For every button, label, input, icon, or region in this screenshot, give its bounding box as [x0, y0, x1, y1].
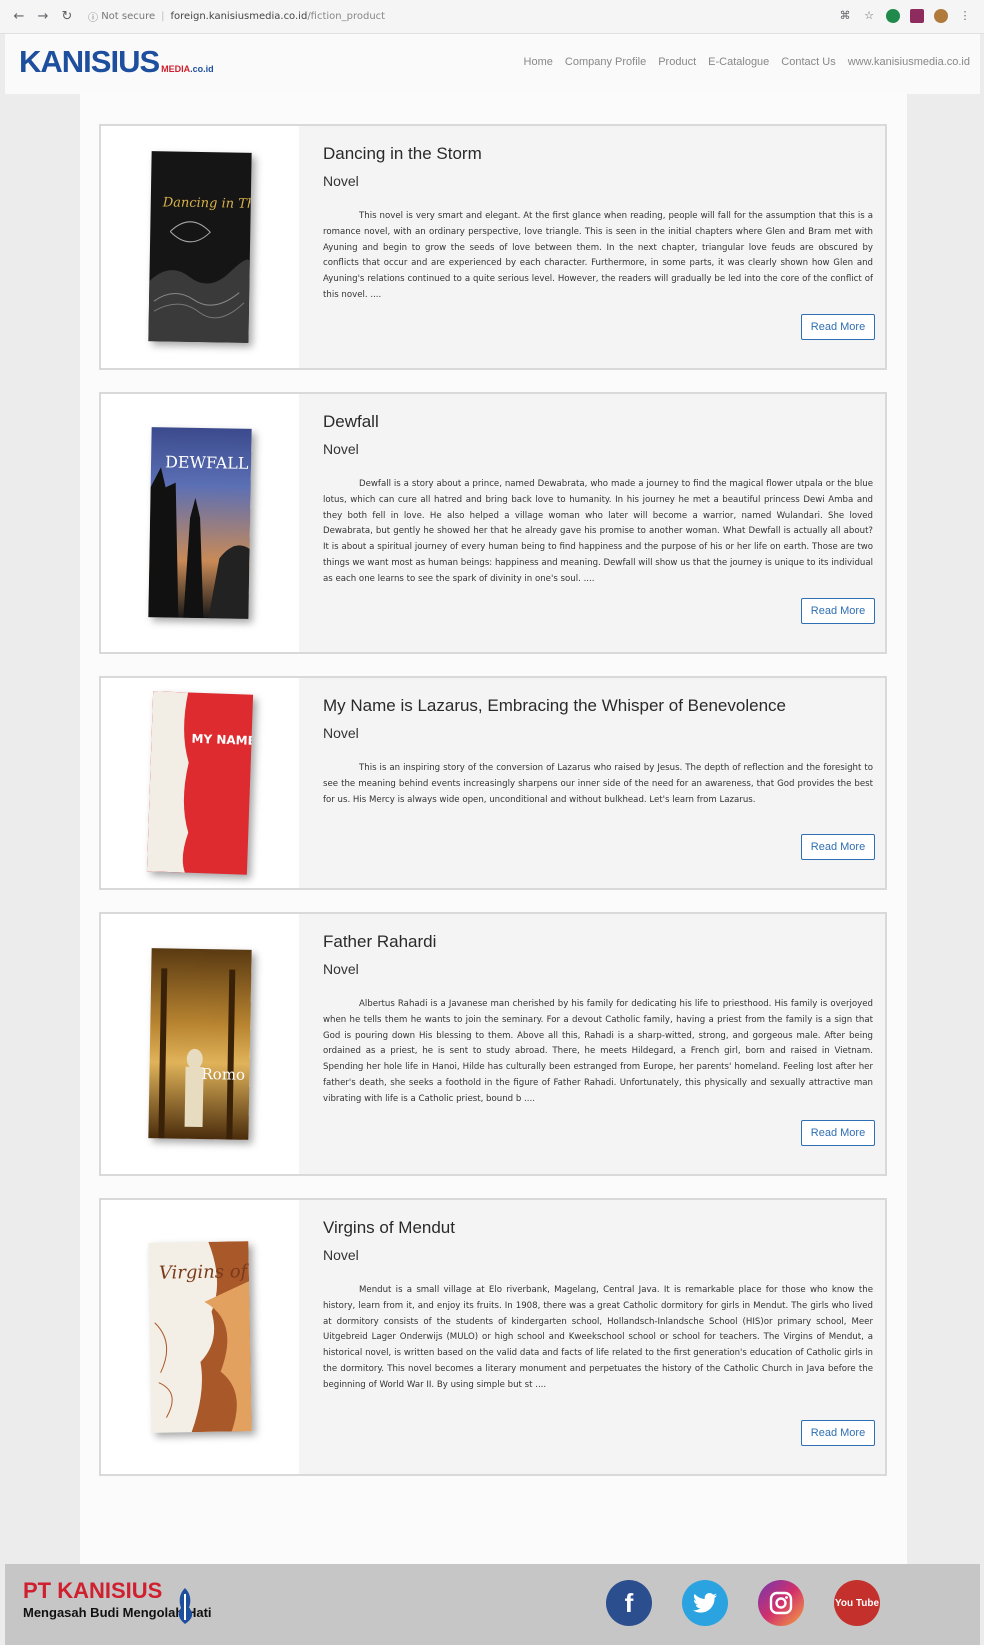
nav-contact-us[interactable]: Contact Us [781, 56, 835, 68]
profile-avatar[interactable] [934, 9, 948, 23]
book-card: Virgins of Mendut Virgins of Mendut Nove… [99, 1198, 887, 1476]
book-details: My Name is Lazarus, Embracing the Whispe… [299, 678, 885, 888]
book-genre: Novel [323, 961, 359, 977]
nav-e-catalogue[interactable]: E-Catalogue [708, 56, 769, 68]
nav-product[interactable]: Product [658, 56, 696, 68]
address-bar[interactable]: ⓘ Not secure | foreign.kanisiusmedia.co.… [88, 9, 385, 24]
book-title[interactable]: Father Rahardi [323, 932, 873, 952]
info-icon: ⓘ [88, 13, 102, 24]
read-more-button[interactable]: Read More [801, 1120, 875, 1146]
book-description: This novel is very smart and elegant. At… [323, 211, 873, 300]
book-genre: Novel [323, 1247, 359, 1263]
book-details: Virgins of Mendut Novel Mendut is a smal… [299, 1200, 885, 1474]
twitter-icon[interactable] [682, 1580, 728, 1626]
book-details: Father Rahardi Novel Albertus Rahadi is … [299, 914, 885, 1174]
kanisius-emblem-icon [178, 1588, 193, 1624]
book-card: Dancing in The Storm Dancing in the Stor… [99, 124, 887, 370]
extension-icon[interactable] [886, 9, 900, 23]
book-genre: Novel [323, 173, 359, 189]
forward-icon[interactable]: → [34, 9, 52, 24]
svg-text:MY NAME IS LAZARUS: MY NAME IS LAZARUS [191, 732, 253, 751]
security-label: Not secure [101, 11, 156, 22]
nav-home[interactable]: Home [524, 56, 553, 68]
svg-text:DEWFALL: DEWFALL [165, 452, 249, 472]
site-footer: PT KANISIUS Mengasah Budi Mengolah Hati … [5, 1564, 980, 1645]
nav-website[interactable]: www.kanisiusmedia.co.id [848, 56, 970, 68]
book-cover[interactable]: DEWFALL [148, 427, 252, 619]
book-title[interactable]: My Name is Lazarus, Embracing the Whispe… [323, 696, 873, 716]
book-title[interactable]: Dancing in the Storm [323, 144, 873, 164]
book-cover-area: Romo Rahadi [101, 914, 299, 1174]
youtube-icon[interactable]: You Tube [834, 1580, 880, 1626]
book-cover-area: Virgins of Mendut [101, 1200, 299, 1474]
extension-icon[interactable] [910, 9, 924, 23]
url-domain: foreign.kanisiusmedia.co.id [170, 11, 308, 22]
instagram-icon[interactable] [758, 1580, 804, 1626]
social-links: f You Tube [606, 1580, 880, 1626]
svg-text:Romo Rahadi: Romo Rahadi [201, 1065, 251, 1085]
book-title[interactable]: Virgins of Mendut [323, 1218, 873, 1238]
kanisius-logo[interactable]: KANISIUS MEDIA.co.id [19, 44, 214, 80]
book-card: DEWFALL Dewfall Novel Dewfall is a story… [99, 392, 887, 654]
book-details: Dewfall Novel Dewfall is a story about a… [299, 394, 885, 652]
footer-logo[interactable]: PT KANISIUS Mengasah Budi Mengolah Hati [23, 1578, 212, 1624]
book-card: MY NAME IS LAZARUS My Name is Lazarus, E… [99, 676, 887, 890]
main-nav: Home Company Profile Product E-Catalogue… [524, 56, 970, 68]
book-genre: Novel [323, 441, 359, 457]
bookmark-star-icon[interactable]: ☆ [862, 9, 876, 23]
product-list: Dancing in The Storm Dancing in the Stor… [80, 94, 907, 1564]
book-description: This is an inspiring story of the conver… [323, 763, 873, 805]
read-more-button[interactable]: Read More [801, 1420, 875, 1446]
book-cover[interactable]: MY NAME IS LAZARUS [146, 691, 254, 875]
site-header: KANISIUS MEDIA.co.id Home Company Profil… [5, 34, 980, 94]
svg-text:Dancing in The Storm: Dancing in The Storm [162, 195, 252, 213]
svg-text:Virgins of Mendut: Virgins of Mendut [159, 1260, 252, 1284]
book-cover[interactable]: Virgins of Mendut [148, 1241, 252, 1433]
read-more-button[interactable]: Read More [801, 314, 875, 340]
back-icon[interactable]: ← [10, 9, 28, 24]
read-more-button[interactable]: Read More [801, 834, 875, 860]
translate-icon[interactable]: ⌘ [838, 9, 852, 23]
read-more-button[interactable]: Read More [801, 598, 875, 624]
book-card: Romo Rahadi Father Rahardi Novel Albertu… [99, 912, 887, 1176]
facebook-icon[interactable]: f [606, 1580, 652, 1626]
book-cover-area: MY NAME IS LAZARUS [101, 678, 299, 888]
book-cover-area: Dancing in The Storm [101, 126, 299, 368]
reload-icon[interactable]: ↻ [58, 9, 76, 24]
book-description: Dewfall is a story about a prince, named… [323, 479, 873, 584]
menu-icon[interactable]: ⋮ [958, 9, 972, 23]
book-cover-area: DEWFALL [101, 394, 299, 652]
book-cover[interactable]: Romo Rahadi [148, 948, 252, 1140]
book-title[interactable]: Dewfall [323, 412, 873, 432]
nav-company-profile[interactable]: Company Profile [565, 56, 646, 68]
book-description: Mendut is a small village at Elo riverba… [323, 1285, 873, 1390]
url-path: /fiction_product [307, 11, 386, 22]
book-genre: Novel [323, 725, 359, 741]
book-cover[interactable]: Dancing in The Storm [148, 151, 252, 343]
book-details: Dancing in the Storm Novel This novel is… [299, 126, 885, 368]
browser-toolbar: ← → ↻ ⓘ Not secure | foreign.kanisiusmed… [0, 0, 984, 34]
book-description: Albertus Rahadi is a Javanese man cheris… [323, 999, 873, 1104]
